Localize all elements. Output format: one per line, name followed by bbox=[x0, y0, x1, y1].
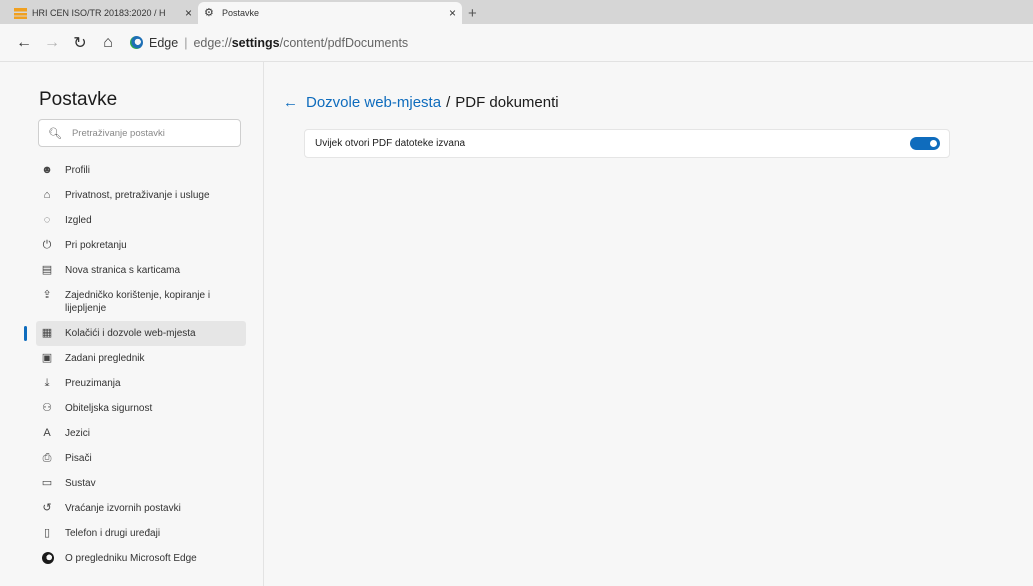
search-box[interactable]: 🔍︎ bbox=[38, 119, 241, 147]
home-button[interactable]: ⌂ bbox=[94, 29, 122, 57]
sidebar-item-label: Jezici bbox=[65, 428, 91, 439]
sidebar-item[interactable]: ☻ Profili bbox=[36, 158, 246, 183]
edge-logo-icon bbox=[40, 552, 54, 568]
sidebar-item-label: Privatnost, pretraživanje i usluge bbox=[65, 190, 210, 201]
edge-icon bbox=[130, 36, 143, 49]
sidebar-item[interactable]: A Jezici bbox=[36, 421, 246, 446]
back-arrow-icon[interactable]: ← bbox=[283, 94, 298, 111]
family-icon: ⚇ bbox=[42, 402, 52, 414]
sidebar-item[interactable]: ▦ Kolačići i dozvole web-mjesta bbox=[24, 321, 246, 346]
tab-title: Postavke bbox=[222, 8, 260, 18]
languages-icon: A bbox=[43, 427, 51, 439]
sidebar-item[interactable]: ⇪ Zajedničko korištenje, kopiranje i lije… bbox=[36, 283, 246, 321]
palette-icon: ◌ bbox=[43, 214, 51, 226]
lock-icon: ⌂ bbox=[43, 189, 51, 201]
address-bar[interactable]: Edge | edge://settings/content/pdfDocume… bbox=[130, 36, 408, 50]
tab-strip: HRI CEN ISO/TR 20183:2020 / H × ⚙ Postav… bbox=[0, 0, 1033, 24]
sidebar-item-label: Nova stranica s karticama bbox=[65, 265, 181, 276]
phone-icon: ▯ bbox=[43, 527, 51, 539]
main-content: ← Dozvole web-mjesta / PDF dokumenti bbox=[283, 94, 559, 111]
new-tab-button[interactable]: + bbox=[468, 5, 477, 24]
settings-page: Postavke 🔍︎ ☻ Profili ⌂ Privatnost, pretraž… bbox=[0, 62, 1033, 586]
tab-hri-document[interactable]: HRI CEN ISO/TR 20183:2020 / H × bbox=[8, 2, 198, 24]
sidebar-item-label: Telefon i drugi uređaji bbox=[65, 528, 161, 539]
sidebar-item-label: Kolačići i dozvole web-mjesta bbox=[65, 328, 196, 339]
sidebar-item-label: Obiteljska sigurnost bbox=[65, 403, 153, 414]
sidebar-item-label: Zajedničko korištenje, kopiranje i lijep… bbox=[65, 290, 211, 314]
tab-postavke[interactable]: ⚙ Postavke × bbox=[198, 2, 462, 24]
breadcrumb-separator: / bbox=[446, 94, 451, 111]
navigation-bar: ← → ↻ ⌂ Edge | edge://settings/content/p… bbox=[0, 24, 1033, 62]
arrow-right-icon: → bbox=[44, 33, 60, 51]
hri-favicon-icon bbox=[14, 7, 27, 19]
system-icon: ▭ bbox=[41, 477, 53, 489]
sidebar-item[interactable]: ⤓ Preuzimanja bbox=[36, 371, 246, 396]
breadcrumb-parent-link[interactable]: Dozvole web-mjesta bbox=[306, 94, 441, 111]
tab-title: HRI CEN ISO/TR 20183:2020 / H bbox=[32, 8, 166, 18]
url-path: /content/pdfDocuments bbox=[279, 35, 409, 50]
sidebar-item-label: Pri pokretanju bbox=[65, 240, 127, 251]
download-icon: ⤓ bbox=[44, 377, 50, 389]
sidebar-item[interactable]: O pregledniku Microsoft Edge bbox=[36, 546, 246, 574]
sidebar-item[interactable]: ⎙ Pisači bbox=[36, 446, 246, 471]
url-prefix: edge:// bbox=[193, 35, 232, 50]
sidebar-item-label: Zadani preglednik bbox=[65, 353, 145, 364]
sidebar-item[interactable]: ⏻ Pri pokretanju bbox=[36, 233, 246, 258]
setting-label: Uvijek otvori PDF datoteke izvana bbox=[315, 138, 466, 149]
power-icon: ⏻ bbox=[42, 239, 52, 251]
sidebar-item[interactable]: ↺ Vraćanje izvornih postavki bbox=[36, 496, 246, 521]
search-icon: 🔍︎ bbox=[48, 127, 62, 140]
edge-logo-icon bbox=[41, 552, 54, 564]
breadcrumb: ← Dozvole web-mjesta / PDF dokumenti bbox=[283, 94, 559, 111]
address-separator: | bbox=[184, 35, 188, 50]
gear-icon: ⚙ bbox=[204, 6, 214, 19]
share-icon: ⇪ bbox=[42, 289, 52, 301]
sidebar-item[interactable]: ◌ Izgled bbox=[36, 208, 246, 233]
sidebar-title: Postavke bbox=[39, 89, 118, 110]
home-icon: ⌂ bbox=[103, 33, 113, 51]
sidebar-item[interactable]: ⚇ Obiteljska sigurnost bbox=[36, 396, 246, 421]
settings-menu: ☻ Profili ⌂ Privatnost, pretraživanje i usl… bbox=[24, 158, 246, 574]
search-input[interactable] bbox=[71, 127, 232, 139]
new-tab-page-icon: ▤ bbox=[41, 264, 53, 276]
sidebar-item[interactable]: ▣ Zadani preglednik bbox=[36, 346, 246, 371]
sidebar-item-label: Profili bbox=[65, 165, 91, 176]
profile-icon: ☻ bbox=[41, 164, 53, 176]
site-label: Edge bbox=[149, 35, 179, 50]
page-title: PDF dokumenti bbox=[455, 94, 559, 111]
refresh-icon: ↻ bbox=[73, 34, 87, 52]
sidebar-item-label: Pisači bbox=[65, 453, 92, 464]
sidebar-item-label: Vraćanje izvornih postavki bbox=[65, 503, 181, 514]
close-tab-icon[interactable]: × bbox=[185, 6, 192, 20]
sidebar-item-label: Sustav bbox=[65, 478, 96, 489]
back-button[interactable]: ← bbox=[10, 29, 38, 57]
close-tab-icon[interactable]: × bbox=[449, 6, 456, 20]
cookies-icon: ▦ bbox=[41, 327, 53, 339]
refresh-button[interactable]: ↻ bbox=[66, 29, 94, 57]
sidebar-item[interactable]: ⌂ Privatnost, pretraživanje i usluge bbox=[36, 183, 246, 208]
settings-sidebar: Postavke 🔍︎ ☻ Profili ⌂ Privatnost, pretraž… bbox=[22, 62, 264, 586]
reset-icon: ↺ bbox=[42, 502, 52, 514]
arrow-left-icon: ← bbox=[16, 33, 32, 51]
sidebar-item[interactable]: ▤ Nova stranica s karticama bbox=[36, 258, 246, 283]
toggle-knob bbox=[930, 140, 937, 147]
sidebar-item[interactable]: ▭ Sustav bbox=[36, 471, 246, 496]
open-pdf-externally-toggle[interactable] bbox=[910, 137, 940, 150]
default-browser-icon: ▣ bbox=[41, 352, 53, 364]
setting-row-open-pdf-externally: Uvijek otvori PDF datoteke izvana bbox=[304, 129, 950, 158]
url-host: settings bbox=[231, 35, 280, 50]
sidebar-item-label: Preuzimanja bbox=[65, 378, 121, 389]
sidebar-item-label: O pregledniku Microsoft Edge bbox=[65, 553, 197, 564]
forward-button[interactable]: → bbox=[38, 29, 66, 57]
sidebar-item[interactable]: ▯ Telefon i drugi uređaji bbox=[36, 521, 246, 546]
printer-icon: ⎙ bbox=[42, 452, 52, 464]
sidebar-item-label: Izgled bbox=[65, 215, 92, 226]
